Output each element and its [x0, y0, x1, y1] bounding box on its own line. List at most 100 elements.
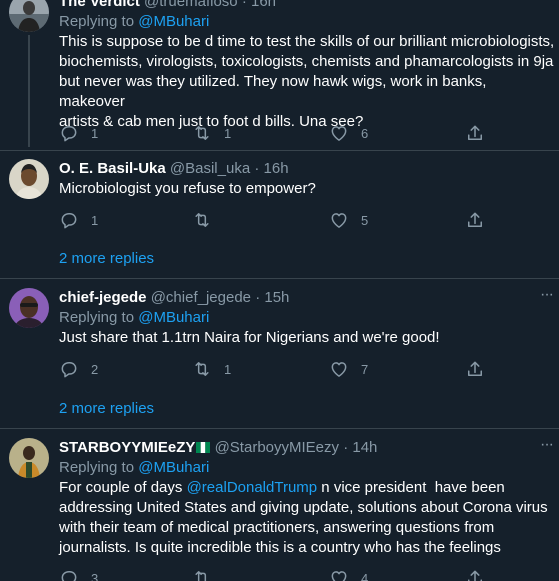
user-handle[interactable]: @truemafioso — [144, 0, 238, 10]
share-icon — [465, 210, 485, 230]
avatar[interactable] — [9, 438, 49, 478]
tweet-time[interactable]: 15h — [264, 289, 289, 306]
avatar-image — [9, 159, 49, 199]
mention-link[interactable]: @MBuhari — [138, 13, 209, 30]
mention-link[interactable]: @realDonaldTrump — [187, 479, 318, 496]
avatar[interactable] — [9, 0, 49, 32]
user-handle[interactable]: @Basil_uka — [170, 160, 250, 177]
separator-dot: · — [343, 439, 349, 456]
retweet-icon — [192, 123, 212, 143]
like-count: 5 — [361, 212, 369, 228]
retweet-button[interactable]: 1 — [192, 359, 231, 379]
show-more-replies-link[interactable]: 2 more replies — [59, 249, 154, 269]
share-button[interactable] — [465, 123, 485, 143]
retweet-count: 1 — [224, 125, 232, 141]
reply-icon — [59, 359, 79, 379]
reply-icon — [59, 123, 79, 143]
tweet-the-verdict[interactable]: The Verdict @truemafioso · 16h Replying … — [0, 0, 559, 146]
share-button[interactable] — [465, 568, 485, 581]
like-button[interactable]: 7 — [329, 359, 368, 379]
reply-icon — [59, 210, 79, 230]
tweet-time[interactable]: 14h — [352, 439, 377, 456]
tweet-text: This is suppose to be d time to test the… — [59, 33, 555, 130]
tweet-starboyymieezy[interactable]: ··· STARBOYYMIEeZY @StarboyyMIEezy · 14h… — [0, 436, 559, 581]
mention-link[interactable]: @MBuhari — [138, 309, 209, 326]
share-button[interactable] — [465, 359, 485, 379]
reply-button[interactable]: 1 — [59, 210, 98, 230]
heart-icon — [329, 568, 349, 581]
tweet-text: Just share that 1.1trn Naira for Nigeria… — [59, 329, 440, 346]
like-count: 4 — [361, 570, 369, 581]
avatar-image — [9, 0, 49, 32]
divider — [0, 428, 559, 429]
share-button[interactable] — [465, 210, 485, 230]
display-name[interactable]: STARBOYYMIEeZY — [59, 439, 195, 456]
separator-dot: · — [255, 289, 261, 306]
tweet-header: chief-jegede @chief_jegede · 15h — [59, 288, 555, 308]
reply-button[interactable]: 1 — [59, 123, 98, 143]
like-button[interactable]: 6 — [329, 123, 368, 143]
retweet-button[interactable] — [192, 568, 224, 581]
tweet-text: Microbiologist you refuse to empower? — [59, 180, 316, 197]
tweet-actions: 1 1 6 — [59, 123, 499, 143]
tweet-header: STARBOYYMIEeZY @StarboyyMIEezy · 14h — [59, 438, 555, 458]
share-icon — [465, 359, 485, 379]
display-name[interactable]: The Verdict — [59, 0, 140, 10]
reply-button[interactable]: 2 — [59, 359, 98, 379]
like-button[interactable]: 4 — [329, 568, 368, 581]
tweet-text-part: For couple of days — [59, 479, 187, 496]
heart-icon — [329, 359, 349, 379]
tweet-text: For couple of days @realDonaldTrump n vi… — [59, 478, 555, 558]
reply-feed: The Verdict @truemafioso · 16h Replying … — [0, 0, 559, 581]
tweet-chief-jegede[interactable]: ··· chief-jegede @chief_jegede · 15h Rep… — [0, 286, 559, 388]
replying-to: Replying to @MBuhari — [59, 458, 555, 478]
avatar-image — [9, 438, 49, 478]
user-handle[interactable]: @chief_jegede — [151, 289, 251, 306]
show-more-replies-link[interactable]: 2 more replies — [59, 399, 154, 419]
display-name[interactable]: O. E. Basil-Uka — [59, 160, 166, 177]
mention-link[interactable]: @MBuhari — [138, 459, 209, 476]
replying-to-label: Replying to — [59, 13, 139, 30]
tweet-header: The Verdict @truemafioso · 16h — [59, 0, 555, 12]
tweet-actions: 3 4 — [59, 568, 499, 581]
separator-dot: · — [254, 160, 260, 177]
heart-icon — [329, 210, 349, 230]
retweet-icon — [192, 359, 212, 379]
retweet-count: 1 — [224, 361, 232, 377]
tweet-actions: 1 5 — [59, 210, 499, 230]
reply-button[interactable]: 3 — [59, 568, 98, 581]
reply-icon — [59, 568, 79, 581]
tweet-basil-uka[interactable]: O. E. Basil-Uka @Basil_uka · 16h Microbi… — [0, 159, 559, 239]
divider — [0, 278, 559, 279]
replying-to: Replying to @MBuhari — [59, 308, 555, 328]
thread-connector-line — [28, 35, 30, 147]
tweet-actions: 2 1 7 — [59, 359, 499, 379]
share-icon — [465, 568, 485, 581]
nigeria-flag-icon — [196, 442, 211, 453]
retweet-icon — [192, 210, 212, 230]
avatar[interactable] — [9, 288, 49, 328]
tweet-header: O. E. Basil-Uka @Basil_uka · 16h — [59, 159, 555, 179]
display-name[interactable]: chief-jegede — [59, 289, 147, 306]
separator-dot: · — [241, 0, 247, 10]
retweet-button[interactable]: 1 — [192, 123, 231, 143]
retweet-icon — [192, 568, 212, 581]
like-button[interactable]: 5 — [329, 210, 368, 230]
avatar[interactable] — [9, 159, 49, 199]
tweet-time[interactable]: 16h — [251, 0, 276, 10]
reply-count: 2 — [91, 361, 99, 377]
like-count: 6 — [361, 125, 369, 141]
replying-to-label: Replying to — [59, 459, 139, 476]
replying-to: Replying to @MBuhari — [59, 12, 555, 32]
user-handle[interactable]: @StarboyyMIEezy — [215, 439, 339, 456]
tweet-time[interactable]: 16h — [264, 160, 289, 177]
reply-count: 3 — [91, 570, 99, 581]
reply-count: 1 — [91, 125, 99, 141]
avatar-image — [9, 288, 49, 328]
replying-to-label: Replying to — [59, 309, 139, 326]
like-count: 7 — [361, 361, 369, 377]
retweet-button[interactable] — [192, 210, 224, 230]
reply-count: 1 — [91, 212, 99, 228]
share-icon — [465, 123, 485, 143]
divider — [0, 150, 559, 151]
